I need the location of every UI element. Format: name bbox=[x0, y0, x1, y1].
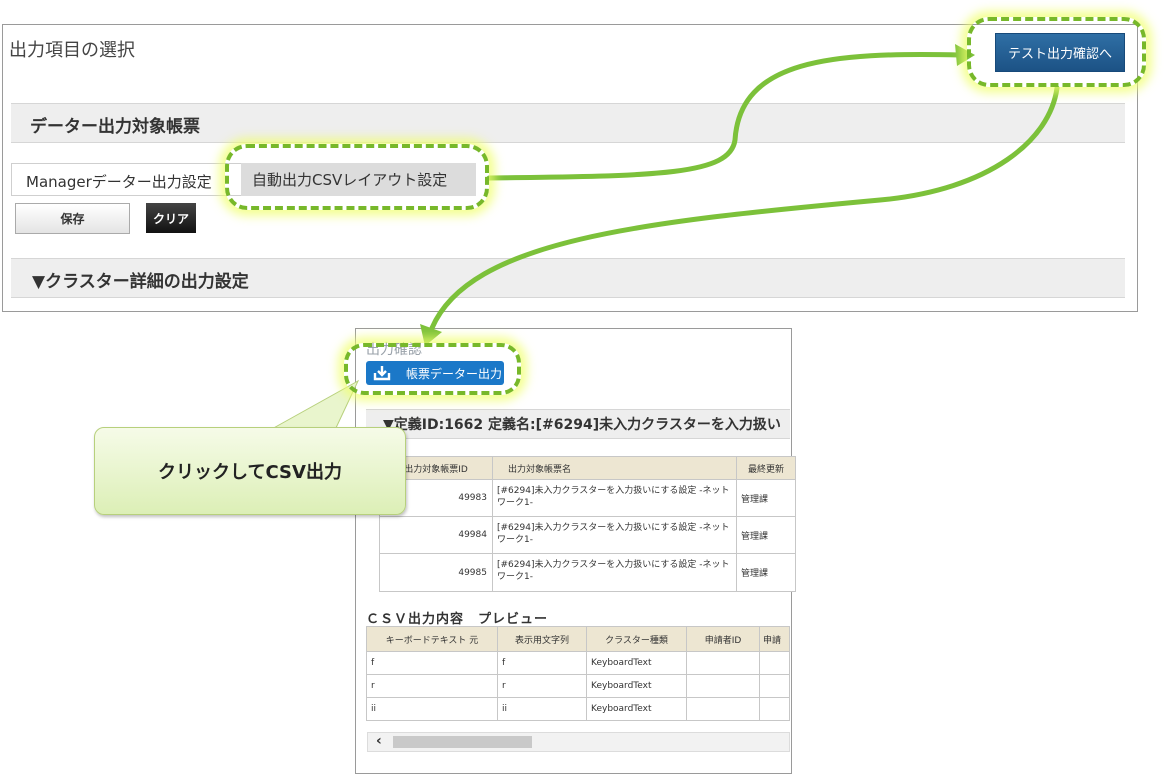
arrow-to-test-button bbox=[486, 51, 963, 181]
callout-pointer bbox=[268, 379, 360, 431]
highlight-export-button bbox=[344, 343, 521, 395]
highlight-test-button bbox=[967, 17, 1146, 87]
callout-click-csv-output: クリックしてCSV出力 bbox=[94, 427, 406, 515]
annotation-arrows bbox=[268, 44, 1060, 431]
arrow-to-output-confirm bbox=[429, 85, 1060, 331]
highlight-auto-csv-tab bbox=[225, 144, 489, 210]
